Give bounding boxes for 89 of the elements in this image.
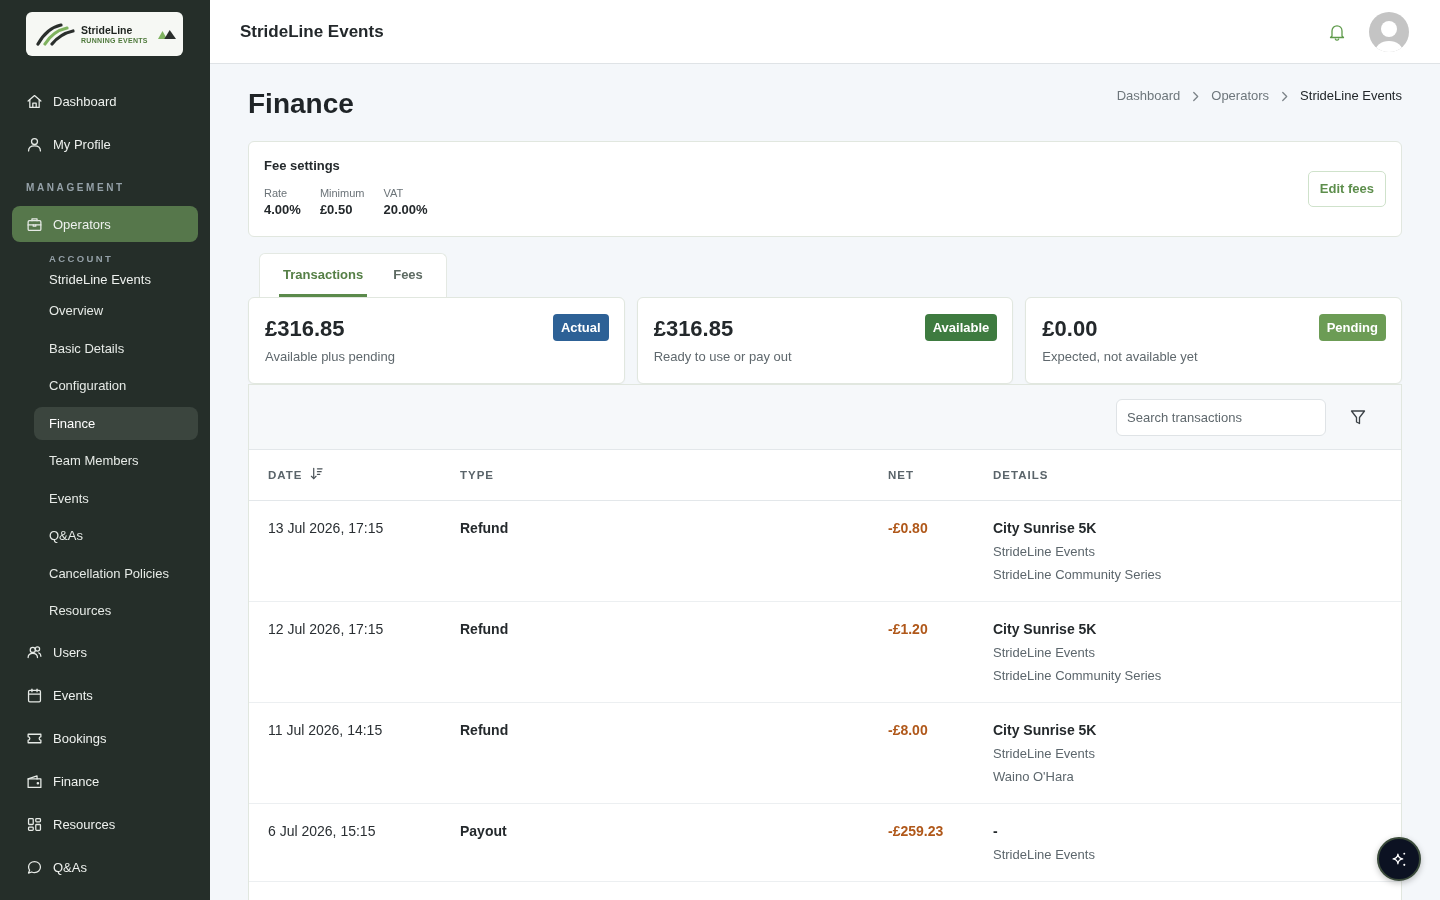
- column-header[interactable]: DATE: [268, 469, 303, 481]
- subnav-item[interactable]: Basic Details: [34, 331, 198, 365]
- details-line: StrideLine Events: [993, 543, 1095, 561]
- status-badge: Available: [924, 314, 998, 341]
- fee-label: VAT: [383, 186, 405, 200]
- subnav-item[interactable]: Resources: [34, 594, 198, 627]
- type-cell: Refund: [460, 520, 509, 536]
- details-title: City Sunrise 5K: [993, 519, 1097, 538]
- nav-item[interactable]: Q&As: [12, 849, 198, 886]
- users-icon: [26, 644, 43, 661]
- details-line: StrideLine Events: [993, 846, 1095, 864]
- column-header[interactable]: TYPE: [460, 469, 495, 481]
- fee-value: £0.50: [319, 201, 354, 219]
- details-line: StrideLine Events: [993, 745, 1095, 763]
- breadcrumb-link[interactable]: Dashboard: [1116, 87, 1181, 105]
- column-header[interactable]: DETAILS: [993, 469, 1049, 481]
- details-title: City Sunrise 5K: [993, 620, 1097, 639]
- subnav-item[interactable]: Team Members: [34, 444, 198, 477]
- fee-value: 4.00%: [264, 201, 301, 219]
- breadcrumb-link[interactable]: StrideLine Events: [1300, 87, 1402, 105]
- nav-item[interactable]: Users: [12, 634, 198, 671]
- subnav-item[interactable]: Configuration: [34, 369, 198, 402]
- bell-icon[interactable]: [1329, 22, 1345, 41]
- logo-swoosh-icon: [35, 22, 75, 46]
- net-amount-cell: -£8.00: [888, 722, 928, 738]
- nav-item[interactable]: My Profile: [12, 126, 198, 162]
- balance-caption: Expected, not available yet: [1042, 348, 1199, 366]
- subnav-item[interactable]: Cancellation Policies: [34, 556, 198, 590]
- fee-settings-title: Fee settings: [264, 158, 341, 174]
- edit-fees-button[interactable]: Edit fees: [1307, 170, 1386, 207]
- date-cell: 13 Jul 2026, 17:15: [268, 520, 384, 536]
- subnav-item[interactable]: Q&As: [34, 519, 198, 552]
- account-caption: ACCOUNT: [49, 252, 115, 266]
- chat-icon: [26, 859, 43, 876]
- type-cell: Refund: [460, 621, 509, 637]
- mountains-icon: [157, 29, 176, 39]
- balance-caption: Ready to use or pay out: [653, 348, 793, 366]
- breadcrumb-link[interactable]: Operators: [1211, 87, 1270, 105]
- logo-name: StrideLine: [81, 23, 134, 36]
- fee-value: 20.00%: [383, 201, 428, 219]
- home-icon: [26, 92, 43, 110]
- filter-icon[interactable]: [1350, 409, 1366, 425]
- net-amount-cell: -£0.80: [888, 520, 928, 536]
- date-cell: 11 Jul 2026, 14:15: [268, 722, 383, 738]
- status-badge: Pending: [1318, 314, 1386, 341]
- details-title: -: [993, 822, 998, 841]
- calendar-icon: [26, 687, 43, 704]
- type-cell: Payout: [460, 823, 507, 839]
- subnav-item[interactable]: Finance: [34, 406, 198, 440]
- column-header[interactable]: NET: [888, 469, 914, 481]
- fee-label: Rate: [264, 186, 289, 200]
- nav-item[interactable]: Bookings: [12, 720, 198, 757]
- chevron-right-icon: [1281, 90, 1289, 102]
- status-badge: Actual: [552, 314, 609, 341]
- fee-label: Minimum: [319, 186, 365, 200]
- sort-descending-icon[interactable]: [310, 466, 324, 480]
- account-name: StrideLine Events: [49, 271, 152, 289]
- details-line: Waino O'Hara: [993, 768, 1074, 786]
- briefcase-icon: [26, 215, 43, 233]
- balance-amount: £316.85: [265, 315, 345, 343]
- subnav-item[interactable]: Overview: [34, 294, 198, 327]
- search-field[interactable]: Search transactions: [1116, 398, 1326, 436]
- tab[interactable]: Fees: [389, 254, 427, 297]
- balance-amount: £0.00: [1042, 315, 1098, 343]
- section-label: MANAGEMENT: [25, 182, 126, 194]
- sparkle-icon: [1390, 850, 1408, 868]
- date-cell: 12 Jul 2026, 17:15: [268, 621, 384, 637]
- nav-item[interactable]: Events: [12, 677, 198, 714]
- details-line: StrideLine Community Series: [993, 566, 1162, 584]
- nav-item[interactable]: Dashboard: [12, 83, 198, 119]
- details-line: StrideLine Events: [993, 644, 1095, 662]
- details-title: City Sunrise 5K: [993, 721, 1097, 740]
- details-line: StrideLine Community Series: [993, 667, 1162, 685]
- date-cell: 6 Jul 2026, 15:15: [268, 823, 376, 839]
- header-title: StrideLine Events: [240, 21, 385, 42]
- chevron-right-icon: [1192, 90, 1200, 102]
- nav-item[interactable]: Resources: [12, 806, 198, 843]
- net-amount-cell: -£1.20: [888, 621, 928, 637]
- balance-amount: £316.85: [653, 315, 734, 343]
- nav-item[interactable]: Operators: [12, 206, 198, 242]
- subnav-item[interactable]: Events: [34, 481, 198, 515]
- net-amount-cell: -£259.23: [888, 823, 944, 839]
- wallet-icon: [26, 773, 43, 790]
- nav-item[interactable]: Finance: [12, 763, 198, 800]
- balance-caption: Available plus pending: [265, 348, 396, 366]
- page-title: Finance: [248, 87, 354, 121]
- type-cell: Refund: [460, 722, 509, 738]
- grid-icon: [26, 816, 43, 833]
- user-icon: [26, 135, 43, 153]
